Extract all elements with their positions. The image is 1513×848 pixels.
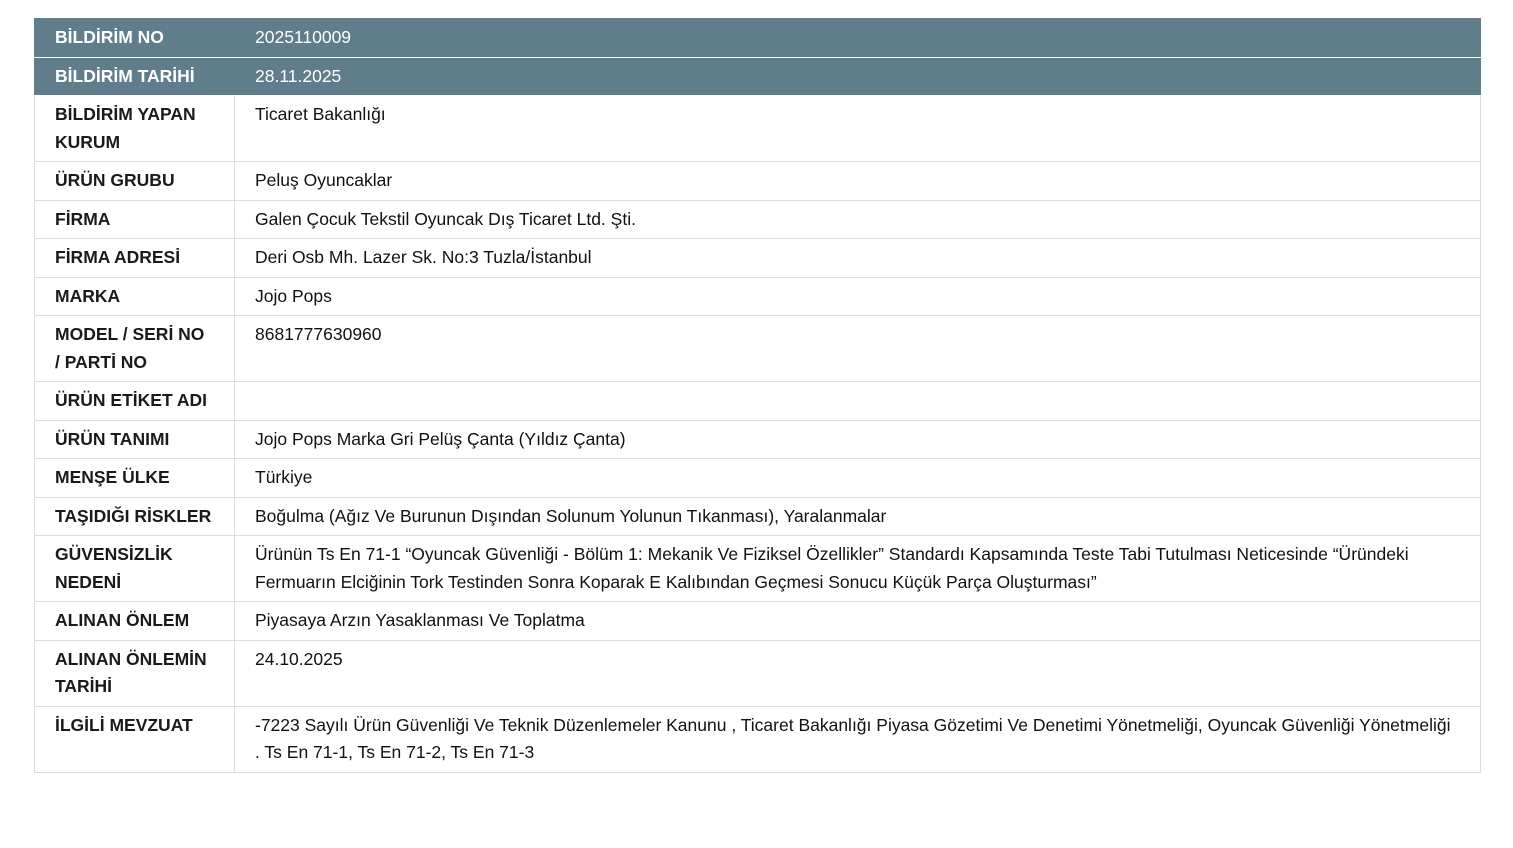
table-row-notice-date: BİLDİRİM TARİHİ 28.11.2025	[34, 56, 1481, 96]
table-row-company-address: FİRMA ADRESİ Deri Osb Mh. Lazer Sk. No:3…	[34, 238, 1481, 278]
recall-notice-table: BİLDİRİM NO 2025110009 BİLDİRİM TARİHİ 2…	[34, 18, 1481, 773]
row-label-text: BİLDİRİM TARİHİ	[55, 65, 195, 86]
row-value: Peluş Oyuncaklar	[234, 161, 1481, 201]
row-value: Boğulma (Ağız Ve Burunun Dışından Solunu…	[234, 496, 1481, 536]
row-value: Ürünün Ts En 71-1 “Oyuncak Güvenliği - B…	[234, 535, 1481, 602]
row-label: ALINAN ÖNLEMİN TARİHİ	[34, 639, 235, 707]
row-value: Jojo Pops	[234, 276, 1481, 316]
table-row-reporting-institution: BİLDİRİM YAPAN KURUM Ticaret Bakanlığı	[34, 95, 1481, 162]
row-value: 2025110009	[234, 18, 1481, 58]
row-label: ÜRÜN GRUBU	[34, 161, 235, 201]
row-label: GÜVENSİZLİK NEDENİ	[34, 535, 235, 602]
row-label-text: ÜRÜN GRUBU	[55, 170, 175, 190]
row-label-text: FİRMA	[55, 208, 111, 229]
table-row-notice-no: BİLDİRİM NO 2025110009	[34, 18, 1481, 58]
row-value: Ticaret Bakanlığı	[234, 95, 1481, 162]
table-row-model-serial-batch: MODEL / SERİ NO / PARTİ NO 8681777630960	[34, 315, 1481, 382]
row-value: -7223 Sayılı Ürün Güvenliği Ve Teknik Dü…	[234, 705, 1481, 773]
row-value: Türkiye	[234, 458, 1481, 498]
table-row-measure-taken: ALINAN ÖNLEM Piyasaya Arzın Yasaklanması…	[34, 601, 1481, 641]
row-label-text: TAŞIDIĞI RİSKLER	[55, 505, 212, 526]
recall-notice-table-container: BİLDİRİM NO 2025110009 BİLDİRİM TARİHİ 2…	[34, 18, 1481, 773]
table-row-brand: MARKA Jojo Pops	[34, 276, 1481, 316]
table-row-product-description: ÜRÜN TANIMI Jojo Pops Marka Gri Pelüş Ça…	[34, 419, 1481, 459]
row-label-text: ÜRÜN TANIMI	[55, 428, 170, 449]
row-label-text: FİRMA ADRESİ	[55, 247, 181, 267]
row-value: 28.11.2025	[234, 56, 1481, 96]
row-label: İLGİLİ MEVZUAT	[34, 705, 235, 773]
row-label-text: MARKA	[55, 285, 121, 306]
row-label-text: BİLDİRİM YAPAN KURUM	[55, 104, 196, 152]
recall-notice-table-body: BİLDİRİM NO 2025110009 BİLDİRİM TARİHİ 2…	[34, 18, 1481, 773]
row-label-text: MODEL / SERİ NO / PARTİ NO	[55, 324, 205, 372]
row-label: FİRMA ADRESİ	[34, 238, 235, 278]
row-value: Jojo Pops Marka Gri Pelüş Çanta (Yıldız …	[234, 419, 1481, 459]
row-label-text: BİLDİRİM NO	[55, 27, 164, 47]
table-row-country-of-origin: MENŞE ÜLKE Türkiye	[34, 458, 1481, 498]
row-value: Galen Çocuk Tekstil Oyuncak Dış Ticaret …	[234, 199, 1481, 239]
row-value	[234, 381, 1481, 421]
table-row-product-label-name: ÜRÜN ETİKET ADI	[34, 381, 1481, 421]
row-label-text: MENŞE ÜLKE	[55, 467, 170, 487]
row-label: ALINAN ÖNLEM	[34, 601, 235, 641]
table-row-related-legislation: İLGİLİ MEVZUAT -7223 Sayılı Ürün Güvenli…	[34, 705, 1481, 773]
row-label: ÜRÜN TANIMI	[34, 419, 235, 459]
row-label: BİLDİRİM YAPAN KURUM	[34, 95, 235, 162]
row-label-text: ALINAN ÖNLEM	[55, 610, 190, 630]
table-row-product-group: ÜRÜN GRUBU Peluş Oyuncaklar	[34, 161, 1481, 201]
row-value: 24.10.2025	[234, 639, 1481, 707]
row-label: MARKA	[34, 276, 235, 316]
row-label: BİLDİRİM TARİHİ	[34, 56, 235, 96]
table-row-non-compliance-reason: GÜVENSİZLİK NEDENİ Ürünün Ts En 71-1 “Oy…	[34, 535, 1481, 602]
row-label: MODEL / SERİ NO / PARTİ NO	[34, 315, 235, 382]
row-label-text: ALINAN ÖNLEMİN TARİHİ	[55, 648, 207, 697]
row-value: Piyasaya Arzın Yasaklanması Ve Toplatma	[234, 601, 1481, 641]
row-value: Deri Osb Mh. Lazer Sk. No:3 Tuzla/İstanb…	[234, 238, 1481, 278]
table-row-risks: TAŞIDIĞI RİSKLER Boğulma (Ağız Ve Burunu…	[34, 496, 1481, 536]
row-label-text: GÜVENSİZLİK NEDENİ	[55, 544, 173, 592]
row-label-text: İLGİLİ MEVZUAT	[55, 714, 193, 735]
row-label-text: ÜRÜN ETİKET ADI	[55, 390, 207, 410]
row-label: ÜRÜN ETİKET ADI	[34, 381, 235, 421]
row-label: FİRMA	[34, 199, 235, 239]
row-value: 8681777630960	[234, 315, 1481, 382]
row-label: MENŞE ÜLKE	[34, 458, 235, 498]
table-row-company: FİRMA Galen Çocuk Tekstil Oyuncak Dış Ti…	[34, 199, 1481, 239]
row-label: TAŞIDIĞI RİSKLER	[34, 496, 235, 536]
row-label: BİLDİRİM NO	[34, 18, 235, 58]
table-row-measure-date: ALINAN ÖNLEMİN TARİHİ 24.10.2025	[34, 639, 1481, 707]
